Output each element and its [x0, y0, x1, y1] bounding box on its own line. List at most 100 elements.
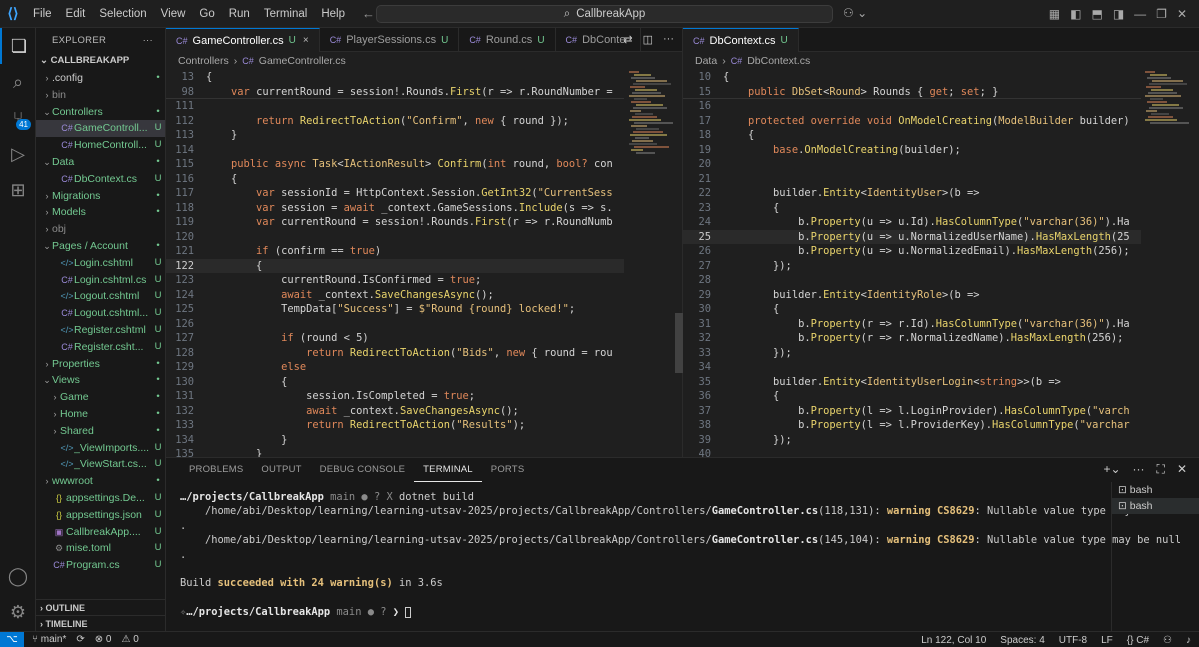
panel-tab-problems[interactable]: PROBLEMS — [180, 458, 252, 482]
file-item[interactable]: </> _ViewStart.cs... U — [36, 456, 165, 473]
language-mode[interactable]: {} C# — [1127, 635, 1149, 646]
toggle-panel-icon[interactable]: ⬒ — [1091, 7, 1102, 21]
end-of-line[interactable]: LF — [1101, 635, 1113, 646]
toggle-sidebar-icon[interactable]: ◧ — [1070, 7, 1081, 21]
code-line[interactable]: 120 — [166, 230, 624, 245]
warnings-count[interactable]: ⚠ 0 — [121, 634, 138, 645]
code-line[interactable]: 113 } — [166, 128, 624, 143]
code-line[interactable]: 125 TempData["Success"] = $"Round {round… — [166, 302, 624, 317]
timeline-section[interactable]: › TIMELINE — [36, 615, 165, 631]
file-item[interactable]: C# Program.cs U — [36, 557, 165, 574]
editor-tab[interactable]: C# DbContext.cs U — [683, 28, 799, 52]
folder-item[interactable]: ⌄ Pages / Account • — [36, 238, 165, 255]
tab-close-icon[interactable]: × — [303, 35, 309, 46]
code-line[interactable]: 117 var sessionId = HttpContext.Session.… — [166, 186, 624, 201]
file-item[interactable]: C# DbContext.cs U — [36, 171, 165, 188]
folder-item[interactable]: ⌄ Views • — [36, 372, 165, 389]
code-line[interactable]: 132 await _context.SaveChangesAsync(); — [166, 404, 624, 419]
code-line[interactable]: 114 — [166, 143, 624, 158]
explorer-icon[interactable]: ❏ — [0, 28, 36, 64]
code-line[interactable]: 135 } — [166, 447, 624, 457]
code-line[interactable]: 39 }); — [683, 433, 1141, 448]
code-line[interactable]: 38 b.Property(l => l.ProviderKey).HasCol… — [683, 418, 1141, 433]
menu-view[interactable]: View — [154, 0, 193, 28]
minimap-left[interactable] — [629, 70, 673, 457]
errors-count[interactable]: ⊗ 0 — [95, 634, 112, 645]
code-line[interactable]: 27 }); — [683, 259, 1141, 274]
panel-tab-debug-console[interactable]: DEBUG CONSOLE — [311, 458, 414, 482]
remote-indicator-icon[interactable]: ⌥ — [0, 631, 24, 647]
code-line[interactable]: 119 var currentRound = session!.Rounds.F… — [166, 215, 624, 230]
code-line[interactable]: 133 return RedirectToAction("Results"); — [166, 418, 624, 433]
code-line[interactable]: 26 b.Property(u => u.NormalizedEmail).Ha… — [683, 244, 1141, 259]
code-editor-left[interactable]: 13 {98 var currentRound = session!.Rounds… — [166, 70, 624, 457]
terminal-instance[interactable]: ⊡ bash — [1112, 482, 1199, 498]
code-line[interactable]: 20 — [683, 157, 1141, 172]
code-line[interactable]: 118 var session = await _context.GameSes… — [166, 201, 624, 216]
code-line[interactable]: 33 }); — [683, 346, 1141, 361]
code-line[interactable]: 13 { — [166, 70, 624, 85]
file-item[interactable]: ▣ CallbreakApp.... U — [36, 524, 165, 541]
code-line[interactable]: 21 — [683, 172, 1141, 187]
code-line[interactable]: 128 return RedirectToAction("Bids", new … — [166, 346, 624, 361]
indentation[interactable]: Spaces: 4 — [1000, 635, 1044, 646]
file-item[interactable]: </> Logout.cshtml U — [36, 288, 165, 305]
code-line[interactable]: 22 builder.Entity<IdentityUser>(b => — [683, 186, 1141, 201]
file-item[interactable]: C# Logout.cshtml... U — [36, 305, 165, 322]
code-line[interactable]: 134 } — [166, 433, 624, 448]
folder-item[interactable]: › Game • — [36, 389, 165, 406]
menu-selection[interactable]: Selection — [92, 0, 153, 28]
code-line[interactable]: 25 b.Property(u => u.NormalizedUserName)… — [683, 229, 1141, 244]
restore-icon[interactable]: ❐ — [1156, 7, 1167, 21]
code-line[interactable]: 124 await _context.SaveChangesAsync(); — [166, 288, 624, 303]
menu-go[interactable]: Go — [192, 0, 221, 28]
folder-item[interactable]: › obj — [36, 221, 165, 238]
close-panel-icon[interactable]: ✕ — [1177, 462, 1187, 477]
copilot-status-icon[interactable]: ⚇ — [1163, 635, 1172, 646]
code-line[interactable]: 37 b.Property(l => l.LoginProvider).HasC… — [683, 404, 1141, 419]
file-item[interactable]: </> _ViewImports.... U — [36, 440, 165, 457]
editor-tab[interactable]: C# Round.cs U — [459, 28, 556, 52]
code-editor-right[interactable]: 10 {15 public DbSet<Round> Rounds { get; … — [683, 70, 1141, 457]
file-item[interactable]: C# Register.csht... U — [36, 339, 165, 356]
code-line[interactable]: 40 — [683, 447, 1141, 457]
branch-indicator[interactable]: ⑂ main* — [32, 634, 66, 645]
terminal-instance[interactable]: ⊡ bash — [1112, 498, 1199, 514]
code-line[interactable]: 18 { — [683, 128, 1141, 143]
code-line[interactable]: 31 b.Property(r => r.Id).HasColumnType("… — [683, 317, 1141, 332]
menu-help[interactable]: Help — [314, 0, 352, 28]
code-line[interactable]: 116 { — [166, 172, 624, 187]
cursor-position[interactable]: Ln 122, Col 10 — [921, 635, 986, 646]
file-item[interactable]: C# HomeControll... U — [36, 137, 165, 154]
folder-item[interactable]: › Home • — [36, 406, 165, 423]
menu-file[interactable]: File — [26, 0, 59, 28]
code-line[interactable]: 36 { — [683, 389, 1141, 404]
minimap-right[interactable] — [1145, 70, 1189, 457]
account-icon[interactable]: ◯ — [0, 558, 36, 594]
code-line[interactable]: 30 { — [683, 302, 1141, 317]
extensions-icon[interactable]: ⊞ — [0, 172, 36, 208]
code-line[interactable]: 130 { — [166, 375, 624, 390]
code-line[interactable]: 111 — [166, 99, 624, 114]
source-control-icon[interactable]: ⑂ 41 — [0, 100, 36, 136]
editor-tab[interactable]: C# PlayerSessions.cs U — [320, 28, 460, 52]
code-line[interactable]: 23 { — [683, 201, 1141, 216]
split-editor-icon[interactable]: ◫ — [643, 33, 653, 46]
file-item[interactable]: </> Register.cshtml U — [36, 322, 165, 339]
breadcrumb-file[interactable]: DbContext.cs — [747, 52, 810, 70]
more-actions-icon[interactable]: ··· — [143, 35, 153, 46]
file-item[interactable]: ⚙ mise.toml U — [36, 540, 165, 557]
search-view-icon[interactable]: ⌕ — [0, 64, 36, 100]
folder-item[interactable]: › Properties • — [36, 356, 165, 373]
code-line[interactable]: 10 { — [683, 70, 1141, 85]
file-item[interactable]: {} appsettings.De... U — [36, 490, 165, 507]
file-item[interactable]: {} appsettings.json U — [36, 507, 165, 524]
code-line[interactable]: 123 currentRound.IsConfirmed = true; — [166, 273, 624, 288]
folder-item[interactable]: › Models • — [36, 204, 165, 221]
folder-item[interactable]: › bin — [36, 87, 165, 104]
menu-terminal[interactable]: Terminal — [257, 0, 314, 28]
code-line[interactable]: 34 — [683, 360, 1141, 375]
customize-layout-icon[interactable]: ▦ — [1049, 7, 1060, 21]
editor-tab[interactable]: C# GameController.cs U × — [166, 28, 320, 52]
minimize-icon[interactable]: — — [1134, 7, 1146, 21]
